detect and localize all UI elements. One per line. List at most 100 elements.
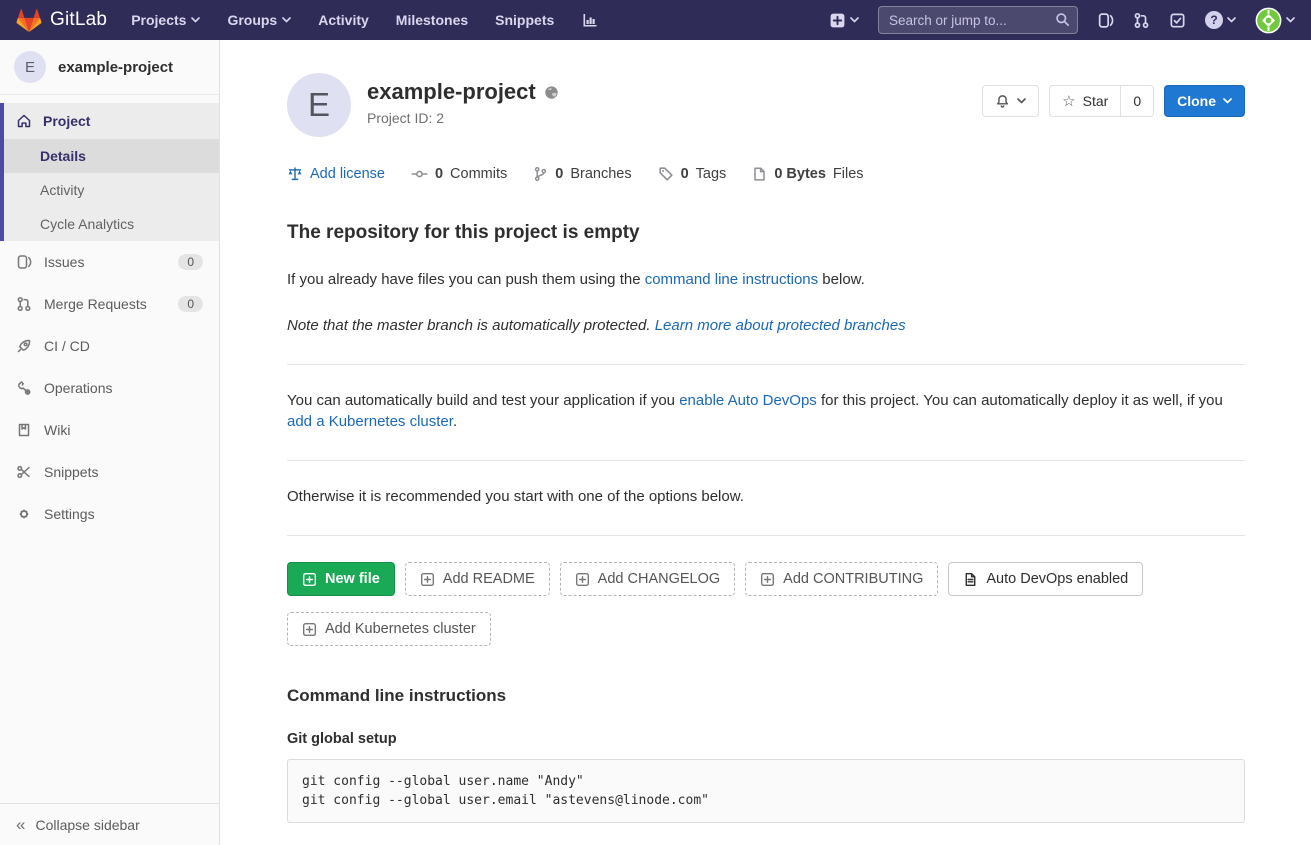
- file-text-icon: [963, 572, 978, 587]
- project-sidebar: E example-project Project Details Activi…: [0, 40, 220, 845]
- sidebar-item-wiki[interactable]: Wiki: [0, 409, 219, 451]
- project-avatar: E: [287, 73, 351, 137]
- issues-icon[interactable]: [1097, 12, 1114, 29]
- star-count[interactable]: 0: [1121, 85, 1154, 117]
- scissors-icon: [16, 464, 32, 480]
- chevron-down-icon: [1223, 98, 1232, 104]
- main-content: E example-project Project ID: 2 ☆ Star 0: [220, 40, 1311, 845]
- project-id: Project ID: 2: [367, 110, 559, 126]
- sidebar-project-context[interactable]: E example-project: [0, 40, 219, 95]
- project-avatar-small: E: [14, 51, 46, 83]
- sidebar-item-operations[interactable]: Operations: [0, 367, 219, 409]
- search-input[interactable]: [878, 6, 1078, 34]
- issues-icon: [16, 254, 32, 270]
- chevron-down-icon: [282, 17, 291, 23]
- chevron-down-icon: [1227, 17, 1236, 23]
- push-instructions-text: If you already have files you can push t…: [287, 269, 1245, 290]
- bell-icon: [995, 94, 1010, 109]
- autodevops-text: You can automatically build and test you…: [287, 390, 1245, 432]
- tanuki-icon: [16, 8, 42, 33]
- star-icon: ☆: [1062, 94, 1075, 109]
- otherwise-text: Otherwise it is recommended you start wi…: [287, 486, 1245, 507]
- new-file-button[interactable]: New file: [287, 562, 395, 596]
- sidebar-item-snippets[interactable]: Snippets: [0, 451, 219, 493]
- new-menu-button[interactable]: [829, 12, 859, 29]
- files-stat[interactable]: 0 BytesFiles: [752, 166, 863, 182]
- sidebar-item-details[interactable]: Details: [4, 139, 219, 173]
- divider: [287, 460, 1245, 461]
- merge-requests-icon: [16, 296, 32, 312]
- merge-requests-icon[interactable]: [1133, 12, 1150, 29]
- commit-icon: [411, 166, 428, 182]
- home-icon: [16, 113, 32, 129]
- plus-square-icon: [302, 572, 317, 587]
- mr-count-badge: 0: [178, 296, 203, 312]
- tag-icon: [658, 166, 674, 182]
- clone-button[interactable]: Clone: [1164, 85, 1245, 117]
- add-contributing-button[interactable]: Add CONTRIBUTING: [745, 562, 938, 596]
- sidebar-item-activity[interactable]: Activity: [4, 173, 219, 207]
- double-chevron-left-icon: «: [16, 816, 25, 833]
- add-readme-button[interactable]: Add README: [405, 562, 550, 596]
- nav-snippets[interactable]: Snippets: [495, 12, 554, 28]
- git-global-setup-heading: Git global setup: [287, 731, 1245, 747]
- empty-repo-heading: The repository for this project is empty: [287, 222, 1245, 244]
- divider: [287, 535, 1245, 536]
- sidebar-section-project: Project Details Activity Cycle Analytics: [0, 103, 219, 241]
- plus-square-icon: [420, 572, 435, 587]
- enable-auto-devops-link[interactable]: enable Auto DevOps: [679, 392, 817, 409]
- star-button[interactable]: ☆ Star: [1049, 85, 1121, 117]
- sidebar-project-name: example-project: [58, 59, 173, 76]
- notifications-button[interactable]: [982, 85, 1039, 117]
- nav-projects[interactable]: Projects: [131, 12, 200, 28]
- collapse-sidebar-button[interactable]: « Collapse sidebar: [0, 803, 219, 845]
- license-scale-icon: [287, 166, 303, 182]
- nav-milestones[interactable]: Milestones: [396, 12, 468, 28]
- brand-name: GitLab: [50, 9, 107, 31]
- gear-icon: [16, 506, 32, 522]
- globe-visibility-icon: [544, 85, 559, 100]
- help-menu[interactable]: ?: [1205, 11, 1236, 29]
- navbar-links: Projects Groups Activity Milestones Snip…: [131, 12, 554, 28]
- chevron-down-icon: [1286, 17, 1295, 23]
- plus-square-icon: [829, 12, 846, 29]
- wrench-gear-icon: [16, 380, 32, 396]
- auto-devops-enabled-button[interactable]: Auto DevOps enabled: [948, 562, 1143, 596]
- commits-stat[interactable]: 0Commits: [411, 166, 507, 182]
- protected-branches-link[interactable]: Learn more about protected branches: [655, 317, 906, 334]
- gitlab-logo[interactable]: GitLab: [16, 8, 107, 33]
- plus-square-icon: [760, 572, 775, 587]
- add-license-link[interactable]: Add license: [287, 166, 385, 182]
- sidebar-item-cycle-analytics[interactable]: Cycle Analytics: [4, 207, 219, 241]
- sidebar-item-ci-cd[interactable]: CI / CD: [0, 325, 219, 367]
- cli-heading: Command line instructions: [287, 686, 1245, 706]
- sidebar-item-project[interactable]: Project: [4, 103, 219, 139]
- user-avatar: [1255, 7, 1282, 34]
- divider: [287, 364, 1245, 365]
- plus-square-icon: [575, 572, 590, 587]
- command-line-instructions-link[interactable]: command line instructions: [645, 271, 818, 288]
- add-kubernetes-cluster-link[interactable]: add a Kubernetes cluster: [287, 413, 453, 430]
- sidebar-item-issues[interactable]: Issues 0: [0, 241, 219, 283]
- file-icon: [752, 166, 767, 182]
- charts-icon[interactable]: [581, 12, 598, 28]
- tags-stat[interactable]: 0Tags: [658, 166, 727, 182]
- search-icon[interactable]: [1055, 12, 1070, 27]
- project-stats: Add license 0Commits 0Branches 0Tags 0 B…: [287, 166, 1245, 182]
- book-icon: [16, 422, 32, 438]
- rocket-icon: [16, 338, 32, 354]
- nav-groups[interactable]: Groups: [227, 12, 291, 28]
- chevron-down-icon: [191, 17, 200, 23]
- todos-icon[interactable]: [1169, 12, 1186, 29]
- user-menu[interactable]: [1255, 7, 1295, 34]
- add-kubernetes-cluster-button[interactable]: Add Kubernetes cluster: [287, 612, 491, 646]
- add-changelog-button[interactable]: Add CHANGELOG: [560, 562, 736, 596]
- branch-icon: [533, 166, 548, 182]
- chevron-down-icon: [850, 17, 859, 23]
- sidebar-item-merge-requests[interactable]: Merge Requests 0: [0, 283, 219, 325]
- branches-stat[interactable]: 0Branches: [533, 166, 631, 182]
- git-global-setup-code: git config --global user.name "Andy" git…: [287, 759, 1245, 823]
- sidebar-item-settings[interactable]: Settings: [0, 493, 219, 535]
- nav-activity[interactable]: Activity: [318, 12, 369, 28]
- chevron-down-icon: [1017, 98, 1026, 104]
